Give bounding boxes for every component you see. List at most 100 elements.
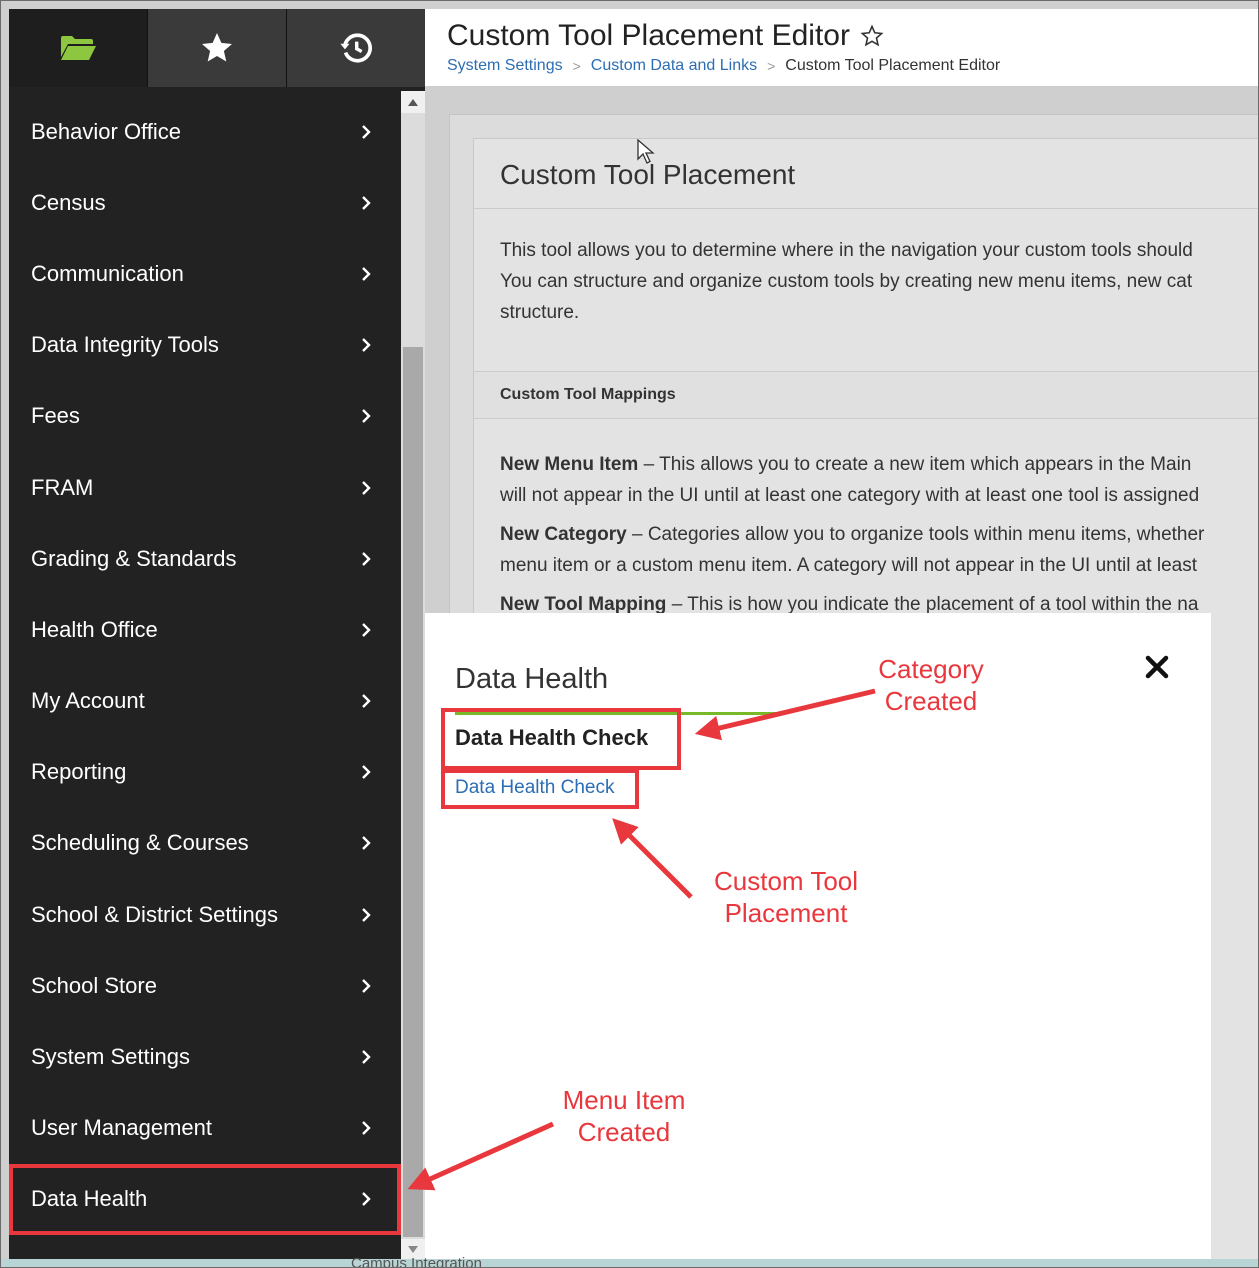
sidebar-item-system-settings[interactable]: System Settings <box>9 1021 401 1092</box>
sidebar-item-school-district-settings[interactable]: School & District Settings <box>9 879 401 950</box>
flyout-panel: Data Health Data Health Check Data Healt… <box>425 613 1211 1267</box>
scroll-up-button[interactable] <box>401 91 425 113</box>
sidebar-item-health-office[interactable]: Health Office <box>9 594 401 665</box>
sidebar-item-fram[interactable]: FRAM <box>9 452 401 523</box>
sidebar-item-my-account[interactable]: My Account <box>9 666 401 737</box>
sidebar-item-label: Data Health <box>31 1186 148 1212</box>
sidebar-item-label: Reporting <box>31 759 127 785</box>
annotation-line: Category <box>878 654 984 684</box>
sidebar-tabbar <box>9 9 425 87</box>
card-header: Custom Tool Placement <box>474 139 1258 209</box>
sidebar-item-user-management[interactable]: User Management <box>9 1093 401 1164</box>
chevron-right-icon <box>362 1192 371 1207</box>
annotation-category-created: Category Created <box>863 653 999 717</box>
breadcrumb-current: Custom Tool Placement Editor <box>785 57 1001 74</box>
tab-favorites[interactable] <box>148 9 287 87</box>
sidebar-item-data-health[interactable]: Data Health <box>9 1163 401 1235</box>
sidebar-item-school-store[interactable]: School Store <box>9 950 401 1021</box>
sidebar-item-label: Fees <box>31 403 80 429</box>
annotation-box-tool <box>441 769 639 809</box>
sidebar-item-grading-standards[interactable]: Grading & Standards <box>9 523 401 594</box>
chevron-right-icon <box>362 480 371 495</box>
definitions: New Menu Item – This allows you to creat… <box>500 449 1258 620</box>
definition-term: New Tool Mapping <box>500 594 667 615</box>
definition-line: will not appear in the UI until at least… <box>500 485 1200 506</box>
sidebar-item-label: Scheduling & Courses <box>31 830 249 856</box>
chevron-right-icon <box>362 195 371 210</box>
folder-icon <box>61 36 96 60</box>
chevron-right-icon <box>362 551 371 566</box>
section-label: Custom Tool Mappings <box>500 386 676 403</box>
definition-term: New Category <box>500 524 627 545</box>
star-icon <box>202 33 232 62</box>
chevron-right-icon <box>362 623 371 637</box>
sidebar-scrollbar[interactable] <box>401 91 425 1261</box>
annotation-line: Menu Item <box>562 1085 686 1115</box>
intro-line: structure. <box>500 302 580 323</box>
sidebar-item-label: User Management <box>31 1115 212 1141</box>
sidebar-item-label: System Settings <box>31 1044 190 1070</box>
close-icon[interactable] <box>1141 651 1173 683</box>
breadcrumb-separator-icon: > <box>767 58 776 74</box>
chevron-right-icon <box>362 765 371 780</box>
chevron-right-icon <box>362 907 371 922</box>
annotation-box-category <box>441 708 681 770</box>
star-outline-icon[interactable] <box>860 24 884 48</box>
sidebar-item-reporting[interactable]: Reporting <box>9 737 401 808</box>
intro-line: You can structure and organize custom to… <box>500 271 1193 292</box>
definition-term: New Menu Item <box>500 454 639 475</box>
chevron-right-icon <box>362 1050 371 1064</box>
section-header: Custom Tool Mappings <box>474 371 1258 419</box>
sidebar-item-data-integrity-tools[interactable]: Data Integrity Tools <box>9 310 401 381</box>
tab-index[interactable] <box>9 9 148 87</box>
mouse-cursor-icon <box>637 139 655 164</box>
page-title: Custom Tool Placement Editor <box>447 19 884 53</box>
sidebar-item-behavior-office[interactable]: Behavior Office <box>9 96 401 167</box>
chevron-right-icon <box>362 124 371 139</box>
sidebar-item-label: Census <box>31 189 106 215</box>
bottom-partial-label: Campus Integration <box>351 1255 482 1268</box>
page-title-text: Custom Tool Placement Editor <box>447 19 850 52</box>
bottom-bar <box>1 1259 1258 1267</box>
chevron-right-icon <box>362 1121 371 1136</box>
sidebar-item-label: My Account <box>31 688 145 714</box>
annotation-line: Custom Tool <box>713 866 859 896</box>
caret-up-icon <box>408 99 418 106</box>
annotation-line: Placement <box>724 898 848 928</box>
chevron-right-icon <box>362 978 371 993</box>
annotation-line: Created <box>884 686 978 716</box>
annotation-line: Created <box>577 1117 671 1147</box>
sidebar-item-scheduling-courses[interactable]: Scheduling & Courses <box>9 808 401 879</box>
annotation-custom-tool-placement: Custom Tool Placement <box>693 865 879 929</box>
definition-line: New Menu Item – This allows you to creat… <box>500 449 1258 480</box>
chevron-right-icon <box>362 267 371 281</box>
sidebar-item-label: Data Integrity Tools <box>31 332 219 358</box>
sidebar-item-label: FRAM <box>31 474 94 500</box>
breadcrumb: System Settings > Custom Data and Links … <box>447 57 1000 75</box>
flyout-title: Data Health <box>455 663 609 695</box>
chevron-right-icon <box>362 409 371 424</box>
app-window: Behavior Office Census Communication Dat… <box>0 0 1259 1268</box>
scroll-thumb[interactable] <box>403 347 423 1237</box>
sidebar-item-census[interactable]: Census <box>9 167 401 238</box>
sidebar-item-label: School Store <box>31 972 157 998</box>
definition-text: – This is how you indicate the placement… <box>666 594 1199 615</box>
intro-line: This tool allows you to determine where … <box>500 240 1193 261</box>
definition-line: menu item or a custom menu item. A categ… <box>500 555 1198 576</box>
chevron-right-icon <box>362 836 371 851</box>
chevron-right-icon <box>362 338 371 353</box>
caret-down-icon <box>408 1246 418 1253</box>
definition-text: – Categories allow you to organize tools… <box>626 524 1205 545</box>
sidebar-menu: Behavior Office Census Communication Dat… <box>9 96 401 1235</box>
sidebar-item-label: Grading & Standards <box>31 545 237 571</box>
sidebar-item-fees[interactable]: Fees <box>9 381 401 452</box>
breadcrumb-separator-icon: > <box>572 58 581 74</box>
history-icon <box>340 33 373 63</box>
annotation-menu-item-created: Menu Item Created <box>549 1084 699 1148</box>
breadcrumb-link[interactable]: Custom Data and Links <box>591 57 757 75</box>
chevron-right-icon <box>362 694 371 708</box>
breadcrumb-link[interactable]: System Settings <box>447 57 563 75</box>
tab-history[interactable] <box>287 9 425 87</box>
page-header: Custom Tool Placement Editor System Sett… <box>425 9 1258 87</box>
sidebar-item-communication[interactable]: Communication <box>9 238 401 309</box>
